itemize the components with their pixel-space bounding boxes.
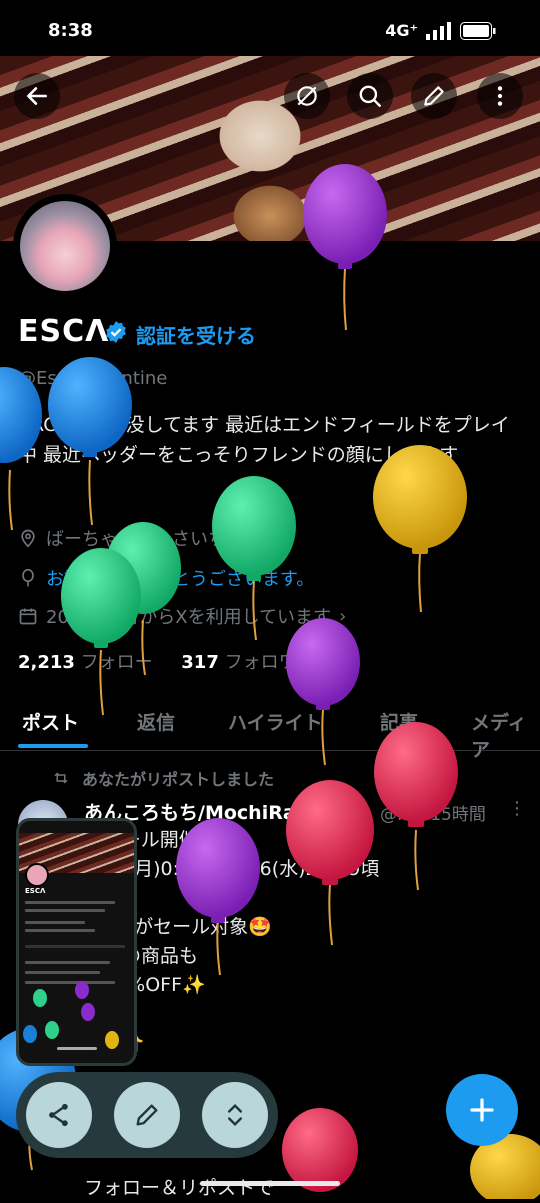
- calendar-icon: [19, 608, 37, 625]
- pip-screen-preview[interactable]: ESCΛ: [16, 818, 137, 1066]
- follow-stats: 2,213 フォロー 317 フォロワー: [18, 648, 315, 674]
- profile-handle: @Esca Valentine: [18, 368, 168, 389]
- verified-badge-icon: [106, 321, 126, 343]
- followers-count: 317: [181, 652, 219, 673]
- profile-bio: VRChatに出没してます 最近はエンドフィールドをプレイ中 最近ヘッダーをこっ…: [18, 414, 510, 466]
- pip-text-line: [25, 921, 85, 924]
- compose-post-button[interactable]: [446, 1074, 518, 1146]
- translate-off-icon: [297, 86, 317, 106]
- active-tab-indicator: [18, 744, 88, 748]
- search-icon: [359, 85, 381, 107]
- status-bar: 8:38 4G⁺: [0, 0, 540, 62]
- pip-text-line: [25, 901, 115, 904]
- pip-balloon: [75, 981, 89, 999]
- more-icon: [497, 86, 503, 106]
- following-count: 2,213: [18, 652, 75, 673]
- tab-articles[interactable]: 記事: [380, 708, 418, 735]
- network-label: 4G⁺: [385, 21, 418, 40]
- pencil-icon: [136, 1104, 158, 1126]
- birthday-row: お誕生日おめでとうございます。: [18, 565, 314, 591]
- back-button[interactable]: [14, 73, 60, 119]
- post-more-icon[interactable]: ⋮: [508, 798, 526, 819]
- translate-off-button[interactable]: [284, 73, 330, 119]
- more-button[interactable]: [477, 73, 523, 119]
- joined-text: 2015年8月からXを利用しています: [46, 607, 332, 628]
- profile-avatar[interactable]: [13, 194, 117, 298]
- repost-note-text: あなたがリポストしました: [82, 770, 275, 789]
- tab-posts[interactable]: ポスト: [22, 708, 79, 735]
- following-link[interactable]: 2,213 フォロー: [18, 652, 153, 673]
- location-row: ばーちゃるかんさいちほー: [18, 525, 262, 551]
- pip-balloon: [33, 989, 47, 1007]
- pip-home-bar: [57, 1047, 97, 1050]
- tab-replies[interactable]: 返信: [137, 708, 175, 735]
- pip-balloon: [23, 1025, 37, 1043]
- search-button[interactable]: [347, 73, 393, 119]
- status-time: 8:38: [48, 20, 93, 41]
- profile-name: ESCΛ: [18, 314, 110, 349]
- balloon-yellow: [373, 445, 467, 613]
- location-text: ばーちゃるかんさいちほー: [46, 529, 262, 550]
- balloon-icon: [22, 568, 34, 587]
- followers-label: フォロワー: [224, 652, 315, 673]
- post-meta: @...・15時間: [380, 805, 486, 825]
- share-icon: [49, 1103, 68, 1127]
- pip-text-line: [25, 929, 95, 932]
- joined-row[interactable]: 2015年8月からXを利用しています ›: [18, 603, 346, 629]
- location-icon: [21, 529, 35, 548]
- tab-highlights[interactable]: ハイライト: [228, 708, 323, 735]
- chevron-right-icon: ›: [339, 605, 347, 627]
- pip-text-line: [25, 971, 100, 974]
- pip-text-line: [25, 909, 105, 912]
- annotate-button[interactable]: [114, 1082, 180, 1148]
- birthday-text[interactable]: お誕生日おめでとうございます。: [46, 565, 314, 591]
- pip-text-line: [25, 981, 115, 984]
- profile-tabs: ポスト 返信 ハイライト 記事 メディア: [0, 700, 540, 761]
- plus-icon: [470, 1098, 494, 1122]
- avatar-image: [20, 201, 110, 291]
- pip-name: ESCΛ: [25, 887, 46, 895]
- share-button[interactable]: [26, 1082, 92, 1148]
- followers-link[interactable]: 317 フォロワー: [181, 652, 314, 673]
- verify-link[interactable]: 認証を受ける: [136, 320, 256, 349]
- tab-media[interactable]: メディア: [471, 708, 540, 762]
- edit-icon: [424, 86, 444, 106]
- pip-avatar: [25, 863, 49, 887]
- pip-text-line: [25, 961, 110, 964]
- edit-button[interactable]: [411, 73, 457, 119]
- screenshot-toolbar: [16, 1072, 278, 1158]
- pip-tabs-line: [25, 945, 125, 948]
- repost-note: あなたがリポストしました: [52, 766, 274, 790]
- battery-icon: [460, 21, 496, 40]
- status-right: 4G⁺: [385, 21, 496, 40]
- pip-balloon: [81, 1003, 95, 1021]
- home-indicator[interactable]: [200, 1181, 340, 1186]
- expand-capture-button[interactable]: [202, 1082, 268, 1148]
- back-icon: [27, 87, 47, 105]
- following-label: フォロー: [80, 652, 153, 673]
- expand-vertical-icon: [228, 1104, 242, 1126]
- repost-icon: [54, 772, 68, 784]
- pip-balloon: [45, 1021, 59, 1039]
- signal-icon: [426, 21, 451, 40]
- pip-balloon: [105, 1031, 119, 1049]
